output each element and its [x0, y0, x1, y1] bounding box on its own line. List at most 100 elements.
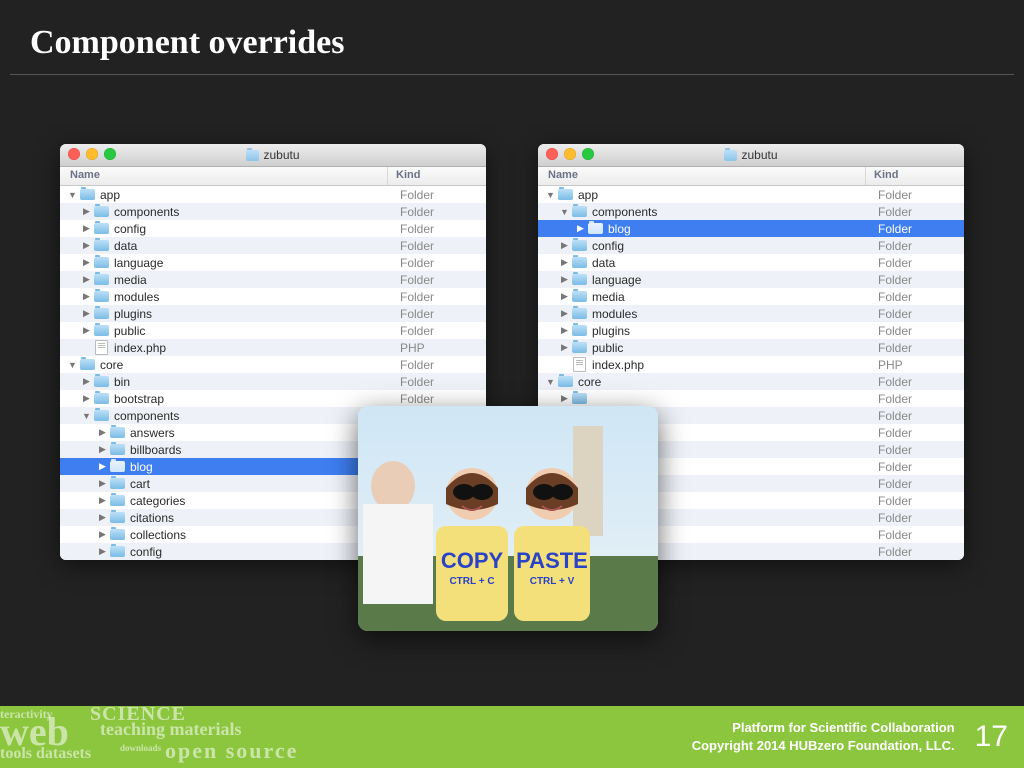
list-item[interactable]: ▶dataFolder — [60, 237, 486, 254]
disclosure-down-icon[interactable]: ▼ — [82, 411, 91, 421]
disclosure-right-icon[interactable]: ▶ — [98, 427, 107, 438]
close-icon[interactable] — [546, 148, 558, 160]
disclosure-right-icon[interactable]: ▶ — [82, 325, 91, 336]
item-label: modules — [592, 307, 878, 321]
disclosure-right-icon[interactable]: ▶ — [560, 257, 569, 268]
disclosure-right-icon[interactable]: ▶ — [560, 308, 569, 319]
disclosure-right-icon[interactable]: ▶ — [82, 274, 91, 285]
zoom-icon[interactable] — [104, 148, 116, 160]
column-header[interactable]: Name Kind — [538, 167, 964, 186]
disclosure-right-icon[interactable]: ▶ — [82, 206, 91, 217]
list-item[interactable]: ▶configFolder — [538, 237, 964, 254]
folder-icon — [93, 375, 109, 388]
disclosure-right-icon[interactable]: ▶ — [560, 291, 569, 302]
col-name[interactable]: Name — [60, 167, 387, 185]
disclosure-right-icon[interactable]: ▶ — [82, 393, 91, 404]
folder-icon — [93, 392, 109, 405]
disclosure-right-icon[interactable]: ▶ — [82, 257, 91, 268]
list-item[interactable]: ▶configFolder — [60, 220, 486, 237]
list-item[interactable]: ▶publicFolder — [60, 322, 486, 339]
minimize-icon[interactable] — [564, 148, 576, 160]
window-title: zubutu — [724, 148, 777, 162]
list-item[interactable]: ▶blogFolder — [538, 220, 964, 237]
item-kind: Folder — [878, 188, 956, 202]
folder-icon — [557, 188, 573, 201]
folder-icon — [571, 341, 587, 354]
item-kind: PHP — [400, 341, 478, 355]
file-icon — [571, 358, 587, 371]
list-item[interactable]: ▶binFolder — [60, 373, 486, 390]
disclosure-down-icon[interactable]: ▼ — [68, 360, 77, 370]
folder-icon — [109, 545, 125, 558]
windows-area: zubutu Name Kind ▼appFolder▶componentsFo… — [60, 144, 964, 678]
disclosure-right-icon[interactable]: ▶ — [560, 325, 569, 336]
titlebar[interactable]: zubutu — [538, 144, 964, 167]
list-item[interactable]: ▶pluginsFolder — [538, 322, 964, 339]
list-item[interactable]: ▶languageFolder — [538, 271, 964, 288]
item-label: public — [114, 324, 400, 338]
disclosure-right-icon[interactable]: ▶ — [82, 291, 91, 302]
col-kind[interactable]: Kind — [865, 167, 964, 185]
list-item[interactable]: ▼appFolder — [60, 186, 486, 203]
disclosure-right-icon[interactable]: ▶ — [576, 223, 585, 234]
disclosure-right-icon[interactable]: ▶ — [82, 308, 91, 319]
disclosure-right-icon[interactable]: ▶ — [560, 240, 569, 251]
list-item[interactable]: ▶languageFolder — [60, 254, 486, 271]
list-item[interactable]: ▶mediaFolder — [60, 271, 486, 288]
disclosure-right-icon[interactable]: ▶ — [98, 495, 107, 506]
disclosure-right-icon[interactable]: ▶ — [82, 240, 91, 251]
item-kind: Folder — [400, 375, 478, 389]
list-item[interactable]: ▶index.phpPHP — [60, 339, 486, 356]
col-name[interactable]: Name — [538, 167, 865, 185]
disclosure-right-icon[interactable]: ▶ — [82, 223, 91, 234]
zoom-icon[interactable] — [582, 148, 594, 160]
folder-icon — [571, 392, 587, 405]
column-header[interactable]: Name Kind — [60, 167, 486, 186]
list-item[interactable]: ▼appFolder — [538, 186, 964, 203]
page-number: 17 — [975, 720, 1008, 754]
list-item[interactable]: ▶pluginsFolder — [60, 305, 486, 322]
disclosure-down-icon[interactable]: ▼ — [68, 190, 77, 200]
item-kind: Folder — [400, 392, 478, 406]
disclosure-right-icon[interactable]: ▶ — [98, 529, 107, 540]
folder-icon — [93, 324, 109, 337]
disclosure-down-icon[interactable]: ▼ — [546, 377, 555, 387]
col-kind[interactable]: Kind — [387, 167, 486, 185]
disclosure-right-icon[interactable]: ▶ — [98, 444, 107, 455]
disclosure-right-icon[interactable]: ▶ — [98, 512, 107, 523]
list-item[interactable]: ▶mediaFolder — [538, 288, 964, 305]
list-item[interactable]: ▼coreFolder — [60, 356, 486, 373]
list-item[interactable]: ▶modulesFolder — [60, 288, 486, 305]
item-label: app — [100, 188, 400, 202]
list-item[interactable]: ▶bootstrapFolder — [60, 390, 486, 407]
disclosure-down-icon[interactable]: ▼ — [546, 190, 555, 200]
list-item[interactable]: ▶modulesFolder — [538, 305, 964, 322]
list-item[interactable]: ▶index.phpPHP — [538, 356, 964, 373]
disclosure-right-icon[interactable]: ▶ — [98, 478, 107, 489]
close-icon[interactable] — [68, 148, 80, 160]
folder-icon — [724, 150, 737, 161]
disclosure-right-icon[interactable]: ▶ — [98, 461, 107, 472]
list-item[interactable]: ▶publicFolder — [538, 339, 964, 356]
disclosure-right-icon[interactable]: ▶ — [98, 546, 107, 557]
svg-text:CTRL + V: CTRL + V — [530, 576, 575, 587]
titlebar[interactable]: zubutu — [60, 144, 486, 167]
folder-icon — [109, 494, 125, 507]
disclosure-down-icon[interactable]: ▼ — [560, 207, 569, 217]
list-item[interactable]: ▶Folder — [538, 390, 964, 407]
minimize-icon[interactable] — [86, 148, 98, 160]
disclosure-right-icon[interactable]: ▶ — [82, 376, 91, 387]
list-item[interactable]: ▶componentsFolder — [60, 203, 486, 220]
folder-icon — [93, 273, 109, 286]
item-label: components — [592, 205, 878, 219]
file-icon — [93, 341, 109, 354]
folder-icon — [93, 307, 109, 320]
list-item[interactable]: ▼componentsFolder — [538, 203, 964, 220]
disclosure-right-icon[interactable]: ▶ — [560, 393, 569, 404]
item-kind: Folder — [878, 324, 956, 338]
item-kind: Folder — [878, 511, 956, 525]
list-item[interactable]: ▼coreFolder — [538, 373, 964, 390]
disclosure-right-icon[interactable]: ▶ — [560, 342, 569, 353]
disclosure-right-icon[interactable]: ▶ — [560, 274, 569, 285]
list-item[interactable]: ▶dataFolder — [538, 254, 964, 271]
